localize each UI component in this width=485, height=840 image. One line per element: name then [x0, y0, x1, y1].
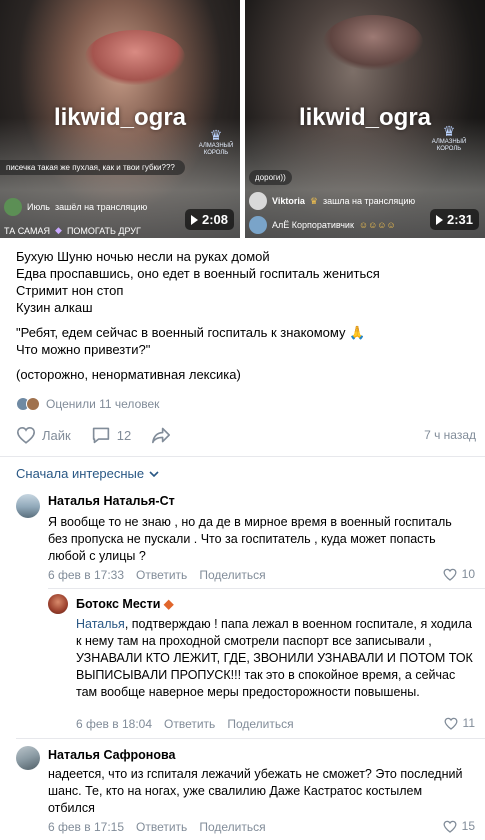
duration-label: 2:08	[201, 212, 228, 227]
post-line: Что можно привезти?"	[16, 342, 151, 357]
post-line: Бухую Шуню ночью несли на руках домой	[16, 249, 270, 264]
chat-avatar	[249, 192, 267, 210]
divider	[0, 456, 485, 457]
crown-badge: ♛ АЛМАЗНЫЙ КОРОЛЬ	[188, 128, 240, 157]
comment-date[interactable]: 6 фев в 17:15	[48, 820, 124, 834]
chat-user: Июль	[27, 202, 50, 212]
chat-avatar	[4, 198, 22, 216]
comment-icon	[92, 427, 109, 444]
like-label: Лайк	[42, 427, 71, 443]
crown-label: КОРОЛЬ	[436, 146, 462, 152]
stream-chat-line: Июль зашёл на трансляцию	[4, 198, 147, 216]
stream-chat-line: Viktoria ♛ зашла на трансляцию	[249, 192, 415, 210]
heart-icon	[444, 717, 458, 730]
chat-user: АлЁ Корпоративчик	[272, 220, 354, 230]
comment-like-button[interactable]: 11	[444, 716, 475, 730]
reactions-summary[interactable]: Оценили 11 человек	[16, 397, 159, 411]
like-button[interactable]: Лайк	[16, 426, 71, 444]
play-icon	[190, 214, 198, 225]
post-line: (осторожно, ненормативная лексика)	[16, 367, 241, 382]
chat-user: Viktoria	[272, 196, 305, 206]
sort-label: Сначала интересные	[16, 466, 145, 481]
fire-icon: ◆	[163, 597, 174, 611]
video-duration: 2:08	[184, 209, 234, 230]
reply-button[interactable]: Ответить	[136, 568, 187, 582]
post-time[interactable]: 7 ч назад	[424, 428, 476, 442]
avatar[interactable]	[16, 494, 40, 518]
video-thumbnail-2[interactable]: likwid_ogra ♛ АЛМАЗНЫЙ КОРОЛЬ дороги)) V…	[245, 0, 485, 238]
share-icon	[152, 427, 171, 444]
crown-badge: ♛ АЛМАЗНЫЙ КОРОЛЬ	[421, 124, 477, 153]
crown-icon: ♛	[209, 127, 223, 143]
crown-label: АЛМАЗНЫЙ	[198, 143, 234, 149]
chat-user: ТА САМАЯ	[4, 225, 51, 236]
comment-body: , подтверждаю ! папа лежал в военном гос…	[76, 617, 473, 699]
post-text: Бухую Шуню ночью несли на руках домой Ед…	[16, 248, 471, 383]
comments-count: 12	[116, 427, 132, 443]
stream-chat-bubble: дороги))	[249, 170, 292, 185]
divider	[16, 738, 485, 739]
comment-author[interactable]: Ботокс Мести ◆	[76, 596, 173, 611]
chat-action: зашёл на трансляцию	[54, 202, 148, 212]
post-line: Кузин алкаш	[16, 300, 93, 315]
crown-label: АЛМАЗНЫЙ	[431, 139, 467, 145]
share-button[interactable]	[151, 426, 171, 444]
comment-author[interactable]: Наталья Сафронова	[48, 748, 175, 762]
comment-meta: 6 фев в 18:04 Ответить Поделиться	[76, 717, 294, 731]
stream-chat-line: АлЁ Корпоративчик ☺☺☺☺	[249, 216, 396, 234]
avatar[interactable]	[16, 746, 40, 770]
emoji-icon: ☺☺☺☺	[358, 220, 396, 230]
chevron-down-icon	[149, 470, 159, 477]
gem-icon: ◆	[55, 225, 62, 235]
chat-avatar	[249, 216, 267, 234]
heart-icon	[16, 426, 36, 444]
comment-text: надеется, что из гспиталя лежачий убежат…	[48, 767, 463, 815]
video-duration: 2:31	[429, 209, 479, 230]
comment-like-button[interactable]: 10	[443, 567, 475, 581]
video-frame-face	[85, 30, 185, 85]
comment-like-button[interactable]: 15	[443, 819, 475, 833]
comment-text: Я вообще то не знаю , но да де в мирное …	[48, 515, 452, 563]
post-line: Едва проспавшись, оно едет в военный гос…	[16, 266, 380, 281]
rated-count[interactable]: Оценили 11 человек	[46, 397, 159, 411]
stream-chat-line: ТА САМАЯ ◆ ПОМОГАТЬ ДРУГ	[4, 225, 141, 236]
comment-author[interactable]: Наталья Наталья-Ст	[48, 494, 175, 508]
reply-button[interactable]: Ответить	[136, 820, 187, 834]
crown-icon: ♛	[442, 123, 456, 139]
crown-label: КОРОЛЬ	[203, 150, 229, 156]
video-thumbnail-1[interactable]: likwid_ogra ♛ АЛМАЗНЫЙ КОРОЛЬ писечка та…	[0, 0, 240, 238]
share-comment-button[interactable]: Поделиться	[199, 568, 265, 582]
share-comment-button[interactable]: Поделиться	[227, 717, 293, 731]
comment-date[interactable]: 6 фев в 17:33	[48, 568, 124, 582]
comment-meta: 6 фев в 17:15 Ответить Поделиться	[48, 820, 266, 834]
video-attachments: likwid_ogra ♛ АЛМАЗНЫЙ КОРОЛЬ писечка та…	[0, 0, 485, 238]
crown-small-icon: ♛	[309, 195, 318, 206]
heart-icon	[443, 820, 457, 833]
comment-like-count: 11	[462, 716, 475, 730]
mention-link[interactable]: Наталья	[76, 617, 125, 631]
chat-action: ПОМОГАТЬ ДРУГ	[66, 225, 141, 236]
comment-like-count: 10	[461, 567, 475, 581]
comment-like-count: 15	[461, 819, 475, 833]
share-comment-button[interactable]: Поделиться	[199, 820, 265, 834]
divider	[48, 588, 485, 589]
comment-text: Наталья, подтверждаю ! папа лежал в воен…	[76, 616, 476, 701]
reaction-avatars	[16, 397, 40, 411]
video-frame-face	[323, 15, 423, 70]
play-icon	[435, 214, 443, 225]
comments-sort-dropdown[interactable]: Сначала интересные	[16, 466, 159, 481]
reply-button[interactable]: Ответить	[164, 717, 215, 731]
duration-label: 2:31	[446, 212, 473, 227]
avatar[interactable]	[48, 594, 68, 614]
author-name: Ботокс Мести	[76, 597, 161, 611]
post-actions: Лайк 12 7 ч назад	[16, 426, 476, 444]
heart-icon	[443, 568, 457, 581]
comment-date[interactable]: 6 фев в 18:04	[76, 717, 152, 731]
comment-meta: 6 фев в 17:33 Ответить Поделиться	[48, 568, 266, 582]
post-line: "Ребят, едем сейчас в военный госпиталь …	[16, 325, 366, 340]
post-line: Стримит нон стоп	[16, 283, 124, 298]
comments-button[interactable]: 12	[91, 426, 131, 444]
chat-action: зашла на трансляцию	[322, 196, 416, 206]
stream-chat-bubble: писечка такая же пухлая, как и твои губк…	[0, 160, 185, 175]
